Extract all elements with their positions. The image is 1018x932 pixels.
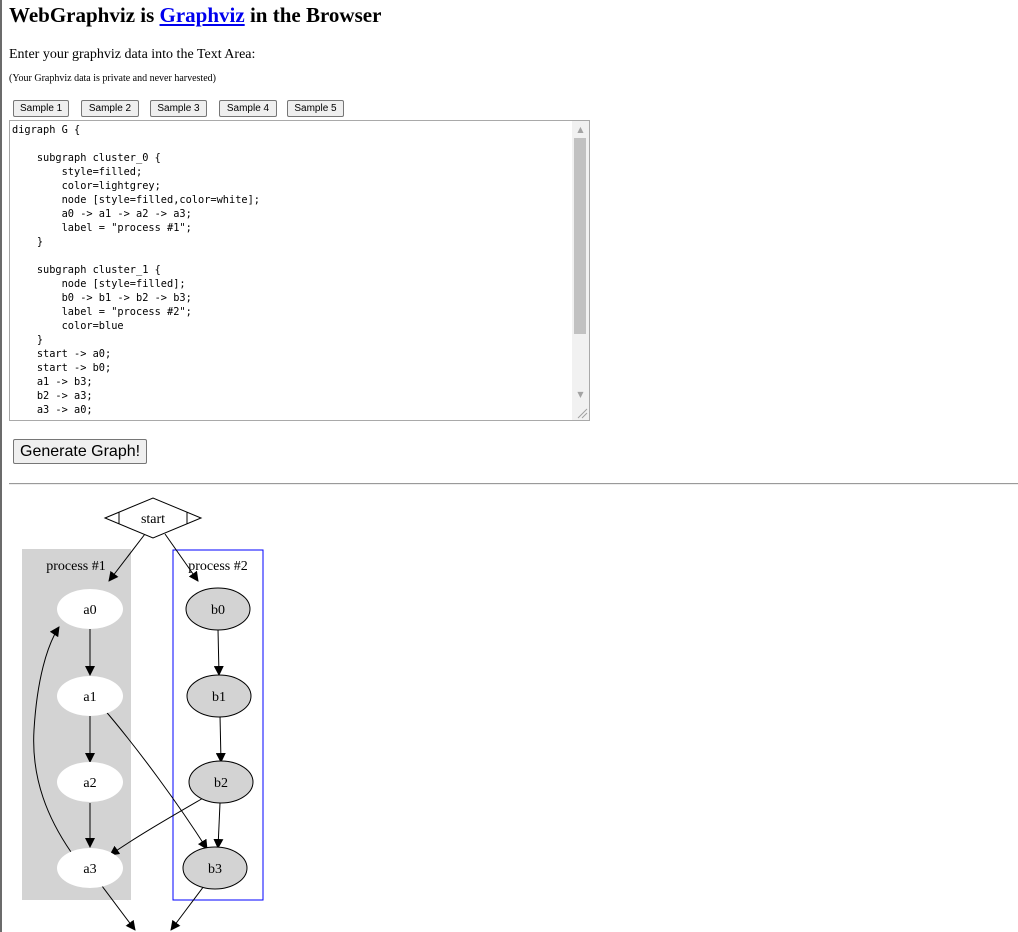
node-b1: b1	[186, 674, 252, 718]
node-a1-label: a1	[83, 690, 96, 705]
intro-text: Enter your graphviz data into the Text A…	[9, 47, 256, 62]
node-start: start	[103, 497, 203, 539]
node-b0: b0	[185, 587, 251, 631]
node-b1-label: b1	[212, 690, 226, 705]
scroll-up-arrow-icon[interactable]: ▲	[572, 121, 589, 138]
node-a2-label: a2	[83, 776, 96, 791]
privacy-note: (Your Graphviz data is private and never…	[9, 73, 216, 84]
node-b2-label: b2	[214, 776, 228, 791]
node-a0-label: a0	[83, 603, 96, 618]
node-b3: b3	[182, 846, 248, 890]
graphviz-code[interactable]: digraph G { subgraph cluster_0 { style=f…	[12, 123, 260, 417]
page-title: WebGraphviz is Graphviz in the Browser	[9, 3, 381, 27]
graph-output: process #1 process #2 start a0 a1 a2 a3 …	[22, 497, 264, 931]
edge-start-b0	[164, 533, 199, 582]
resize-grip-icon[interactable]	[572, 403, 589, 420]
sample-3-button[interactable]: Sample 3	[150, 100, 207, 117]
node-start-label: start	[141, 512, 165, 527]
sample-2-button[interactable]: Sample 2	[81, 100, 139, 117]
horizontal-divider	[9, 483, 1018, 485]
edge-b2-b3	[213, 802, 224, 849]
node-b0-label: b0	[211, 603, 225, 618]
node-a0: a0	[57, 589, 123, 629]
title-suffix: in the Browser	[244, 3, 382, 27]
scroll-thumb[interactable]	[574, 138, 586, 334]
generate-graph-button[interactable]: Generate Graph!	[13, 439, 148, 464]
edge-b1-b2	[215, 714, 226, 763]
node-a3-label: a3	[83, 862, 96, 877]
sample-1-button[interactable]: Sample 1	[13, 100, 69, 117]
edge-b0-b1	[213, 628, 224, 676]
window-left-edge	[0, 0, 2, 932]
node-a1: a1	[57, 676, 123, 716]
sample-4-button[interactable]: Sample 4	[219, 100, 277, 117]
graphviz-link[interactable]: Graphviz	[160, 3, 245, 27]
title-prefix: WebGraphviz is	[9, 3, 160, 27]
textarea-scrollbar[interactable]: ▲ ▼	[572, 121, 589, 420]
node-a2: a2	[57, 762, 123, 802]
node-b3-label: b3	[208, 862, 222, 877]
sample-5-button[interactable]: Sample 5	[287, 100, 344, 117]
node-b2: b2	[188, 760, 254, 804]
edge-b3-end	[170, 885, 205, 931]
cluster-process-1-label: process #1	[46, 559, 106, 574]
graphviz-textarea[interactable]: digraph G { subgraph cluster_0 { style=f…	[9, 120, 590, 421]
scroll-down-arrow-icon[interactable]: ▼	[572, 386, 589, 403]
cluster-process-2-label: process #2	[188, 559, 248, 574]
node-a3: a3	[57, 848, 123, 888]
